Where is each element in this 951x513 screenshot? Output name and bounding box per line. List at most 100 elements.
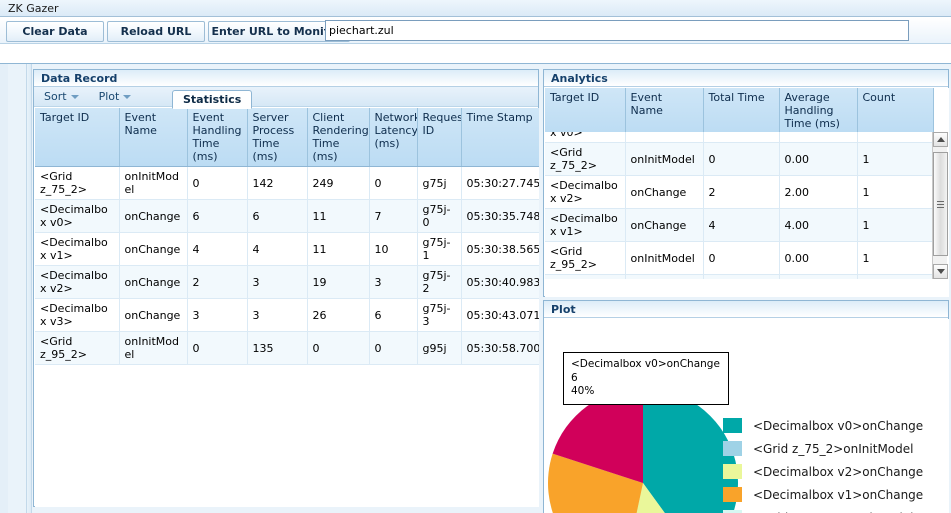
cell-event-handling: 3 — [187, 298, 248, 332]
cell-client-rendering: 0 — [307, 331, 370, 365]
table-row[interactable]: <Decimalbox v0> onChange 6 6 11 7 g75j-0 05:30:… — [35, 199, 539, 233]
col-event-handling-time[interactable]: Event Handling Time (ms) — [187, 108, 248, 167]
tooltip-label: <Decimalbox v0>onChange — [571, 358, 720, 370]
an-col-count[interactable]: Count — [857, 88, 934, 134]
an-cell-total-time: 0 — [703, 142, 780, 176]
table-row[interactable]: <Grid z_95_2> onInitModel 0 135 0 0 g95j 05:30:… — [35, 331, 539, 365]
table-row[interactable]: <Decimalbox v1> onChange 4 4.00 1 — [545, 208, 933, 242]
cell-client-rendering: 249 — [307, 166, 370, 200]
url-input[interactable] — [326, 21, 908, 40]
cell-target-id: <Decimalbox v2> — [35, 265, 120, 299]
cell-request-id: g75j-2 — [417, 265, 462, 299]
data-record-table: Target ID Event Name Event Handling Time… — [35, 108, 539, 365]
table-row[interactable]: <Decimalbox v1> onChange 4 4 11 10 g75j-1 05:30… — [35, 232, 539, 266]
col-network-latency[interactable]: Network Latency (ms) — [369, 108, 418, 167]
clear-data-button[interactable]: Clear Data — [6, 21, 104, 42]
analytics-header-row: Target ID Event Name Total Time Average … — [545, 88, 934, 134]
cell-target-id: <Grid z_75_2> — [35, 166, 120, 200]
reload-url-button[interactable]: Reload URL — [107, 21, 205, 42]
col-time-stamp[interactable]: Time Stamp — [461, 108, 539, 167]
data-record-menubar: Sort Plot — [34, 87, 538, 107]
sort-menu-label: Sort — [44, 90, 67, 103]
an-cell-count: 1 — [857, 142, 933, 176]
grip-icon — [937, 200, 944, 208]
an-cell-event-name: onChange — [625, 274, 704, 279]
table-row[interactable]: <Grid z_75_2> onInitModel 0 142 249 0 g75j 05:3… — [35, 166, 539, 200]
an-cell-count: 1 — [857, 208, 933, 242]
cell-time-stamp: 05:30:43.071 — [461, 298, 539, 332]
cell-server-process: 3 — [247, 265, 308, 299]
chevron-down-icon — [70, 94, 79, 99]
vertical-splitter[interactable] — [26, 64, 32, 513]
an-cell-avg-handling: 0.00 — [779, 241, 858, 275]
legend-item[interactable]: <Grid z_75_2>onInitModel — [723, 437, 949, 460]
url-input-wrapper[interactable] — [325, 20, 909, 41]
an-col-event-name[interactable]: Event Name — [625, 88, 704, 134]
cell-request-id: g75j-3 — [417, 298, 462, 332]
col-server-process-time[interactable]: Server Process Time (ms) — [247, 108, 308, 167]
tooltip-value: 6 — [571, 371, 578, 384]
an-cell-avg-handling: 3.00 — [779, 274, 858, 279]
data-record-title: Data Record — [34, 70, 538, 87]
cell-event-handling: 0 — [187, 331, 248, 365]
cell-request-id: g75j-0 — [417, 199, 462, 233]
table-row[interactable]: <Decimalbox v3>onChange33.001 — [545, 274, 933, 279]
cell-time-stamp: 05:30:38.565 — [461, 232, 539, 266]
col-client-rendering-time[interactable]: Client Rendering Time (ms) — [307, 108, 370, 167]
sort-menu-button[interactable]: Sort — [42, 90, 81, 103]
an-col-total-time[interactable]: Total Time — [703, 88, 780, 134]
cell-client-rendering: 11 — [307, 232, 370, 266]
legend-label: <Decimalbox v0>onChange — [753, 418, 924, 433]
cell-time-stamp: 05:30:58.700 — [461, 331, 539, 365]
an-col-target-id[interactable]: Target ID — [545, 88, 626, 134]
table-row[interactable]: <Decimalbox v2> onChange 2 3 19 3 g75j-2 05:30:… — [35, 265, 539, 299]
scroll-up-icon[interactable] — [933, 132, 948, 147]
an-cell-avg-handling: 4.00 — [779, 208, 858, 242]
an-cell-target-id: <Decimalbox v1> — [545, 208, 626, 242]
plot-menu-label: Plot — [98, 90, 120, 103]
plot-menu-button[interactable]: Plot — [97, 90, 134, 103]
legend-item[interactable]: <Decimalbox v2>onChange — [723, 460, 949, 483]
an-cell-avg-handling: 2.00 — [779, 175, 858, 209]
cell-network-latency: 0 — [369, 331, 418, 365]
scrollbar-thumb[interactable] — [933, 152, 948, 256]
tab-statistics[interactable]: Statistics — [172, 90, 253, 109]
window-title: ZK Gazer — [8, 2, 59, 15]
table-row[interactable]: <Grid z_75_2> onInitModel 0 0.00 1 — [545, 142, 933, 176]
cell-network-latency: 10 — [369, 232, 418, 266]
cell-target-id: <Decimalbox v3> — [35, 298, 120, 332]
analytics-header-table: Target ID Event Name Total Time Average … — [545, 88, 934, 134]
table-row[interactable]: <Decimalbox v0>onChange66.001 — [545, 132, 933, 143]
table-row[interactable]: <Grid z_95_2> onInitModel 0 0.00 1 — [545, 241, 933, 275]
scroll-down-icon[interactable] — [933, 264, 948, 279]
analytics-title: Analytics — [544, 70, 948, 87]
legend-item[interactable]: <Decimalbox v0>onChange — [723, 414, 949, 437]
an-cell-total-time: 3 — [703, 274, 780, 279]
col-target-id[interactable]: Target ID — [35, 108, 120, 167]
cell-event-name: onChange — [119, 199, 188, 233]
col-event-name[interactable]: Event Name — [119, 108, 188, 167]
an-cell-count: 1 — [857, 175, 933, 209]
analytics-vertical-scrollbar[interactable] — [932, 132, 948, 279]
cell-time-stamp: 05:30:35.748 — [461, 199, 539, 233]
cell-network-latency: 6 — [369, 298, 418, 332]
col-request-id[interactable]: Request ID — [417, 108, 462, 167]
pie-slices[interactable] — [548, 388, 738, 513]
table-row[interactable]: <Decimalbox v2> onChange 2 2.00 1 — [545, 175, 933, 209]
cell-event-name: onChange — [119, 265, 188, 299]
cell-event-name: onChange — [119, 298, 188, 332]
legend-swatch-icon — [723, 487, 742, 502]
table-row[interactable]: <Decimalbox v3> onChange 3 3 26 6 g75j-3 05:30:… — [35, 298, 539, 332]
data-record-table-scroll[interactable]: Target ID Event Name Event Handling Time… — [35, 108, 539, 507]
an-cell-target-id: <Grid z_95_2> — [545, 241, 626, 275]
cell-request-id: g75j — [417, 166, 462, 200]
cell-client-rendering: 26 — [307, 298, 370, 332]
plot-title: Plot — [544, 301, 948, 318]
an-cell-count: 1 — [857, 274, 933, 279]
cell-client-rendering: 19 — [307, 265, 370, 299]
an-col-average-handling-time[interactable]: Average Handling Time (ms) — [779, 88, 858, 134]
legend-item[interactable]: <Decimalbox v1>onChange — [723, 483, 949, 506]
pie-tooltip: <Decimalbox v0>onChange 6 40% — [563, 352, 729, 405]
legend-item[interactable]: <Grid z_95_2>onInitModel — [723, 506, 949, 513]
cell-server-process: 3 — [247, 298, 308, 332]
